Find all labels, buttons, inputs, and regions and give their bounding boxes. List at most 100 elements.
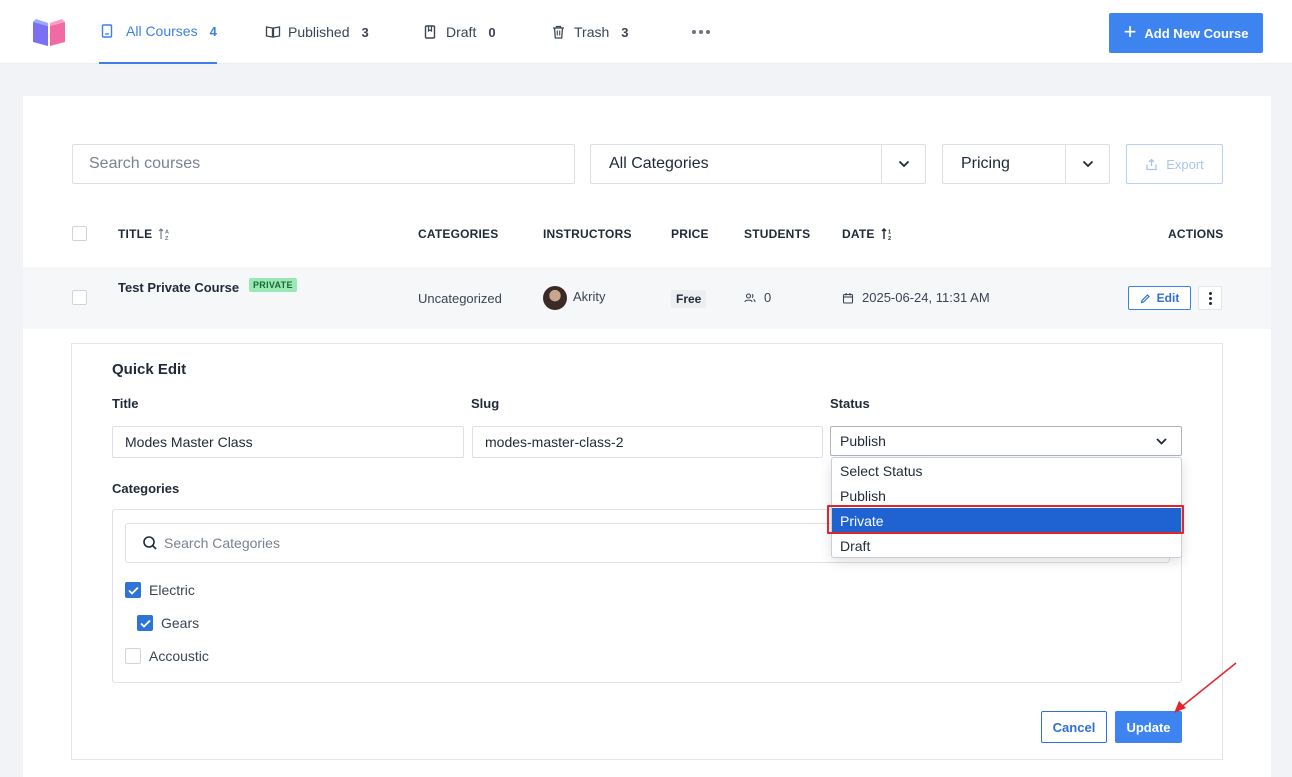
date-value: 2025-06-24, 11:31 AM (862, 290, 990, 305)
cancel-button[interactable]: Cancel (1041, 711, 1107, 743)
course-price: Free (671, 290, 707, 308)
select-all-checkbox[interactable] (72, 226, 87, 241)
category-checkbox-electric[interactable]: Electric (125, 582, 195, 598)
column-header-label: ACTIONS (1168, 227, 1224, 241)
dot-icon (1208, 296, 1212, 300)
instructor-name: Akrity (573, 288, 606, 304)
course-students: 0 (744, 290, 771, 305)
update-button[interactable]: Update (1115, 711, 1182, 743)
price-tag: Free (671, 290, 707, 308)
calendar-icon (842, 292, 854, 304)
tab-all-courses[interactable]: All Courses 4 (99, 0, 217, 64)
tab-published[interactable]: Published 3 (265, 0, 369, 64)
pricing-filter-value: Pricing (961, 155, 1010, 172)
tab-trash[interactable]: Trash 3 (552, 0, 629, 64)
tab-label: Published (288, 24, 350, 40)
add-new-course-label: Add New Course (1144, 25, 1249, 41)
plus-icon: + (1123, 19, 1137, 44)
checkbox-unchecked[interactable] (125, 648, 141, 664)
category-checkbox-gears[interactable]: Gears (137, 615, 199, 631)
sort-icon: AZ (158, 228, 169, 241)
column-header-label: CATEGORIES (418, 227, 499, 241)
top-navigation: All Courses 4 Published 3 Draft 0 Trash … (0, 0, 1292, 64)
row-actions-menu-button[interactable] (1198, 286, 1222, 310)
search-courses-field[interactable] (72, 144, 575, 184)
course-category: Uncategorized (418, 291, 502, 306)
column-header-instructors: INSTRUCTORS (543, 227, 632, 241)
tab-draft[interactable]: Draft 0 (424, 0, 496, 64)
title-field[interactable] (112, 426, 464, 458)
column-header-date[interactable]: DATE 12 (842, 227, 895, 241)
category-label: Accoustic (149, 648, 209, 664)
trash-icon (553, 25, 564, 39)
open-book-icon (265, 26, 281, 38)
column-header-title[interactable]: TITLE AZ (118, 227, 172, 241)
bookmark-book-icon (424, 25, 436, 39)
course-date: 2025-06-24, 11:31 AM (842, 290, 990, 305)
tab-count: 3 (621, 24, 629, 40)
student-count: 0 (764, 290, 772, 305)
column-header-actions: ACTIONS (1168, 227, 1223, 241)
search-courses-input[interactable] (73, 145, 574, 183)
column-header-price: PRICE (671, 227, 709, 241)
tab-label: Draft (446, 24, 477, 40)
chevron-down-icon (1065, 145, 1109, 183)
svg-text:1: 1 (888, 230, 891, 236)
sort-icon: 12 (881, 228, 891, 241)
dot-icon (699, 30, 703, 34)
check-icon (127, 586, 139, 595)
category-label: Electric (149, 582, 195, 598)
chevron-down-icon (881, 145, 925, 183)
slug-input[interactable] (473, 427, 822, 457)
course-title-link[interactable]: Test Private Course (118, 280, 239, 295)
category-filter-select[interactable]: All Categories (590, 144, 926, 184)
tab-count: 3 (361, 24, 369, 40)
export-label: Export (1166, 156, 1204, 172)
column-header-label: INSTRUCTORS (543, 227, 632, 241)
checkbox-checked[interactable] (125, 582, 141, 598)
chevron-down-icon (1156, 437, 1167, 445)
status-option-draft[interactable]: Draft (832, 533, 1181, 558)
status-dropdown-list: Select Status Publish Private Draft (831, 457, 1182, 558)
slug-field-label: Slug (471, 396, 500, 411)
column-header-label: DATE (842, 227, 875, 241)
status-option-publish[interactable]: Publish (832, 483, 1181, 508)
category-label: Gears (161, 615, 200, 631)
more-tabs-button[interactable] (690, 22, 712, 42)
row-checkbox[interactable] (72, 290, 87, 305)
pricing-filter-select[interactable]: Pricing (942, 144, 1110, 184)
export-icon (1146, 158, 1157, 170)
svg-text:A: A (165, 230, 169, 236)
app-logo-icon (33, 19, 65, 46)
dot-icon (692, 30, 696, 34)
slug-field[interactable] (472, 426, 823, 458)
status-option-private[interactable]: Private (832, 508, 1181, 533)
tab-count: 4 (209, 23, 217, 39)
title-input[interactable] (113, 427, 463, 457)
tab-count: 0 (488, 24, 496, 40)
export-button[interactable]: Export (1126, 144, 1223, 184)
edit-label: Edit (1156, 291, 1180, 305)
dot-icon (1208, 301, 1212, 305)
column-header-categories: CATEGORIES (418, 227, 498, 241)
tab-label: Trash (574, 24, 610, 40)
checkbox-checked[interactable] (137, 615, 153, 631)
category-filter-value: All Categories (609, 155, 709, 172)
dot-icon (706, 30, 710, 34)
column-header-label: PRICE (671, 227, 709, 241)
title-field-label: Title (112, 396, 139, 411)
book-icon (101, 24, 113, 38)
status-select-value: Publish (840, 433, 886, 449)
status-badge: PRIVATE (249, 278, 297, 292)
edit-button[interactable]: Edit (1128, 286, 1191, 310)
categories-field-label: Categories (112, 481, 180, 496)
column-header-label: TITLE (118, 227, 153, 241)
category-checkbox-accoustic[interactable]: Accoustic (125, 648, 209, 664)
status-option-select-status[interactable]: Select Status (832, 458, 1181, 483)
users-icon (744, 292, 756, 302)
status-select[interactable]: Publish (830, 426, 1182, 456)
status-field-label: Status (830, 396, 870, 411)
quick-edit-heading: Quick Edit (112, 361, 187, 378)
dot-icon (1208, 291, 1212, 295)
add-new-course-button[interactable]: + Add New Course (1109, 13, 1263, 53)
